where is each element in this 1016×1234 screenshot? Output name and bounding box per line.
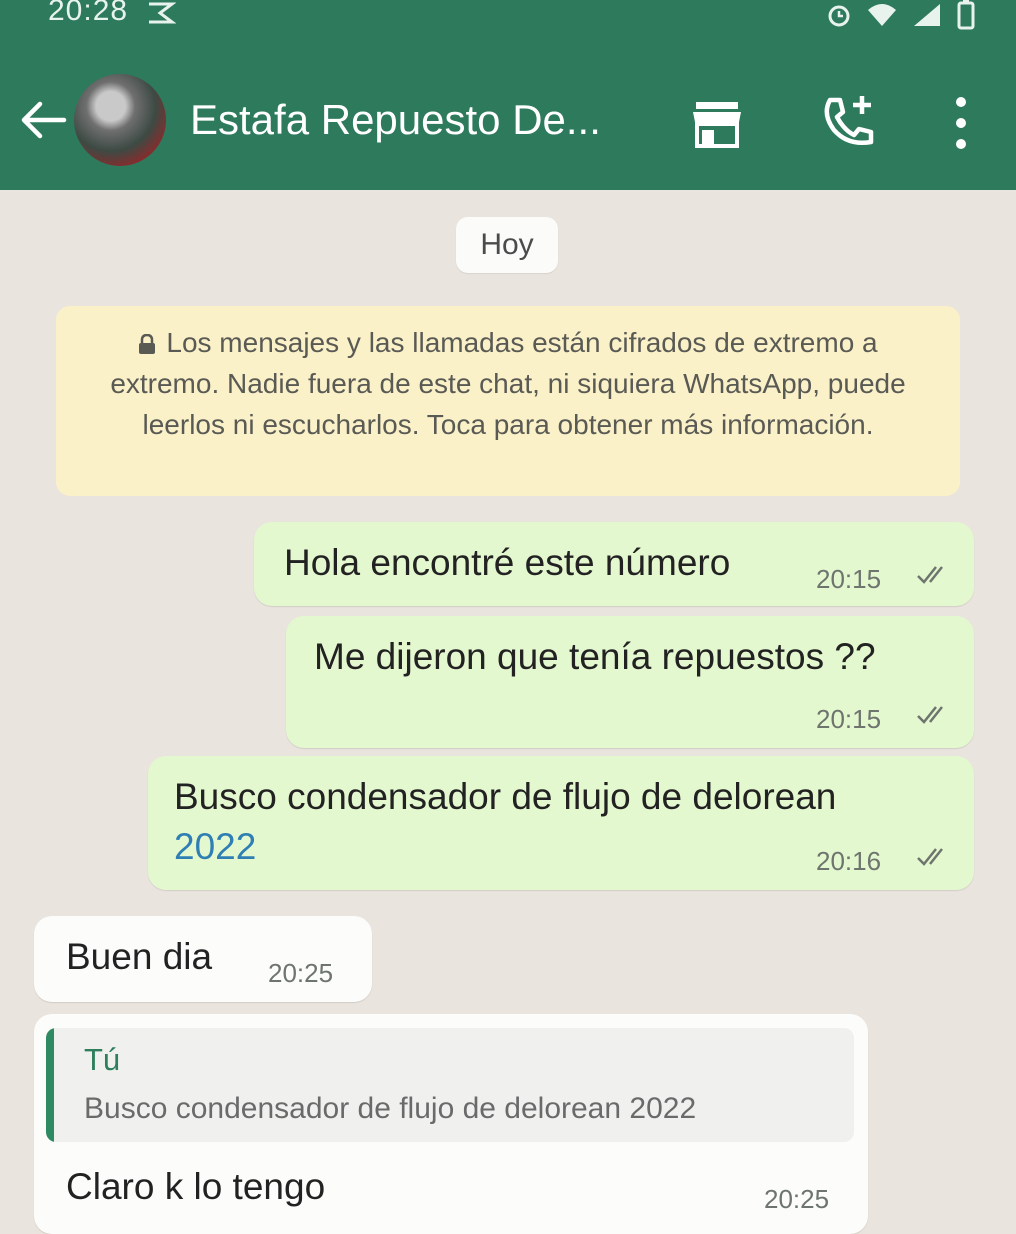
quoted-text: Busco condensador de flujo de delorean 2… xyxy=(84,1092,697,1125)
read-ticks-icon xyxy=(917,706,943,724)
message-link-number[interactable]: 2022 xyxy=(174,826,256,868)
contact-avatar[interactable] xyxy=(74,74,166,166)
quoted-author: Tú xyxy=(84,1042,121,1077)
read-ticks-icon xyxy=(917,848,943,866)
quote-accent-bar xyxy=(46,1028,54,1142)
message-time: 20:16 xyxy=(816,846,882,876)
message-text: Buen dia xyxy=(66,936,213,977)
status-icons xyxy=(826,0,976,30)
message-bubble-outgoing[interactable]: Me dijeron que tenía repuestos ?? 20:15 xyxy=(286,616,974,748)
wifi-icon xyxy=(868,4,896,26)
message-bubble-incoming[interactable]: Buen dia 20:25 xyxy=(34,916,372,1002)
message-text: Hola encontré este número xyxy=(284,542,731,583)
quoted-message[interactable]: Tú Busco condensador de flujo de delorea… xyxy=(46,1028,854,1142)
encryption-notice[interactable]: Los mensajes y las llamadas están cifrad… xyxy=(56,306,960,496)
message-bubble-outgoing[interactable]: Hola encontré este número 20:15 xyxy=(254,522,974,606)
read-ticks-icon xyxy=(917,566,943,584)
message-text: Me dijeron que tenía repuestos ?? xyxy=(314,636,876,677)
chat-header: Estafa Repuesto De... xyxy=(0,38,1016,190)
message-time: 20:25 xyxy=(268,958,334,988)
alarm-icon xyxy=(828,5,850,27)
notification-icon xyxy=(149,2,176,24)
store-icon[interactable] xyxy=(688,98,746,148)
message-text: Claro k lo tengo xyxy=(66,1166,326,1207)
date-separator: Hoy xyxy=(456,217,558,273)
message-text: Busco condensador de flujo de delorean xyxy=(174,776,837,817)
message-time: 20:15 xyxy=(816,704,882,734)
message-bubble-outgoing[interactable]: Busco condensador de flujo de delorean 2… xyxy=(148,756,974,890)
encryption-notice-text: Los mensajes y las llamadas están cifrad… xyxy=(110,327,906,440)
more-vertical-icon[interactable] xyxy=(946,94,976,152)
message-time: 20:15 xyxy=(816,564,882,594)
battery-icon xyxy=(957,0,975,30)
add-call-icon[interactable] xyxy=(818,92,878,152)
status-bar: 20:28 xyxy=(0,0,1016,38)
status-time: 20:28 xyxy=(48,0,129,27)
signal-icon xyxy=(914,4,940,26)
contact-name[interactable]: Estafa Repuesto De... xyxy=(190,96,601,144)
back-arrow-icon[interactable] xyxy=(18,98,68,142)
lock-icon xyxy=(139,334,156,354)
